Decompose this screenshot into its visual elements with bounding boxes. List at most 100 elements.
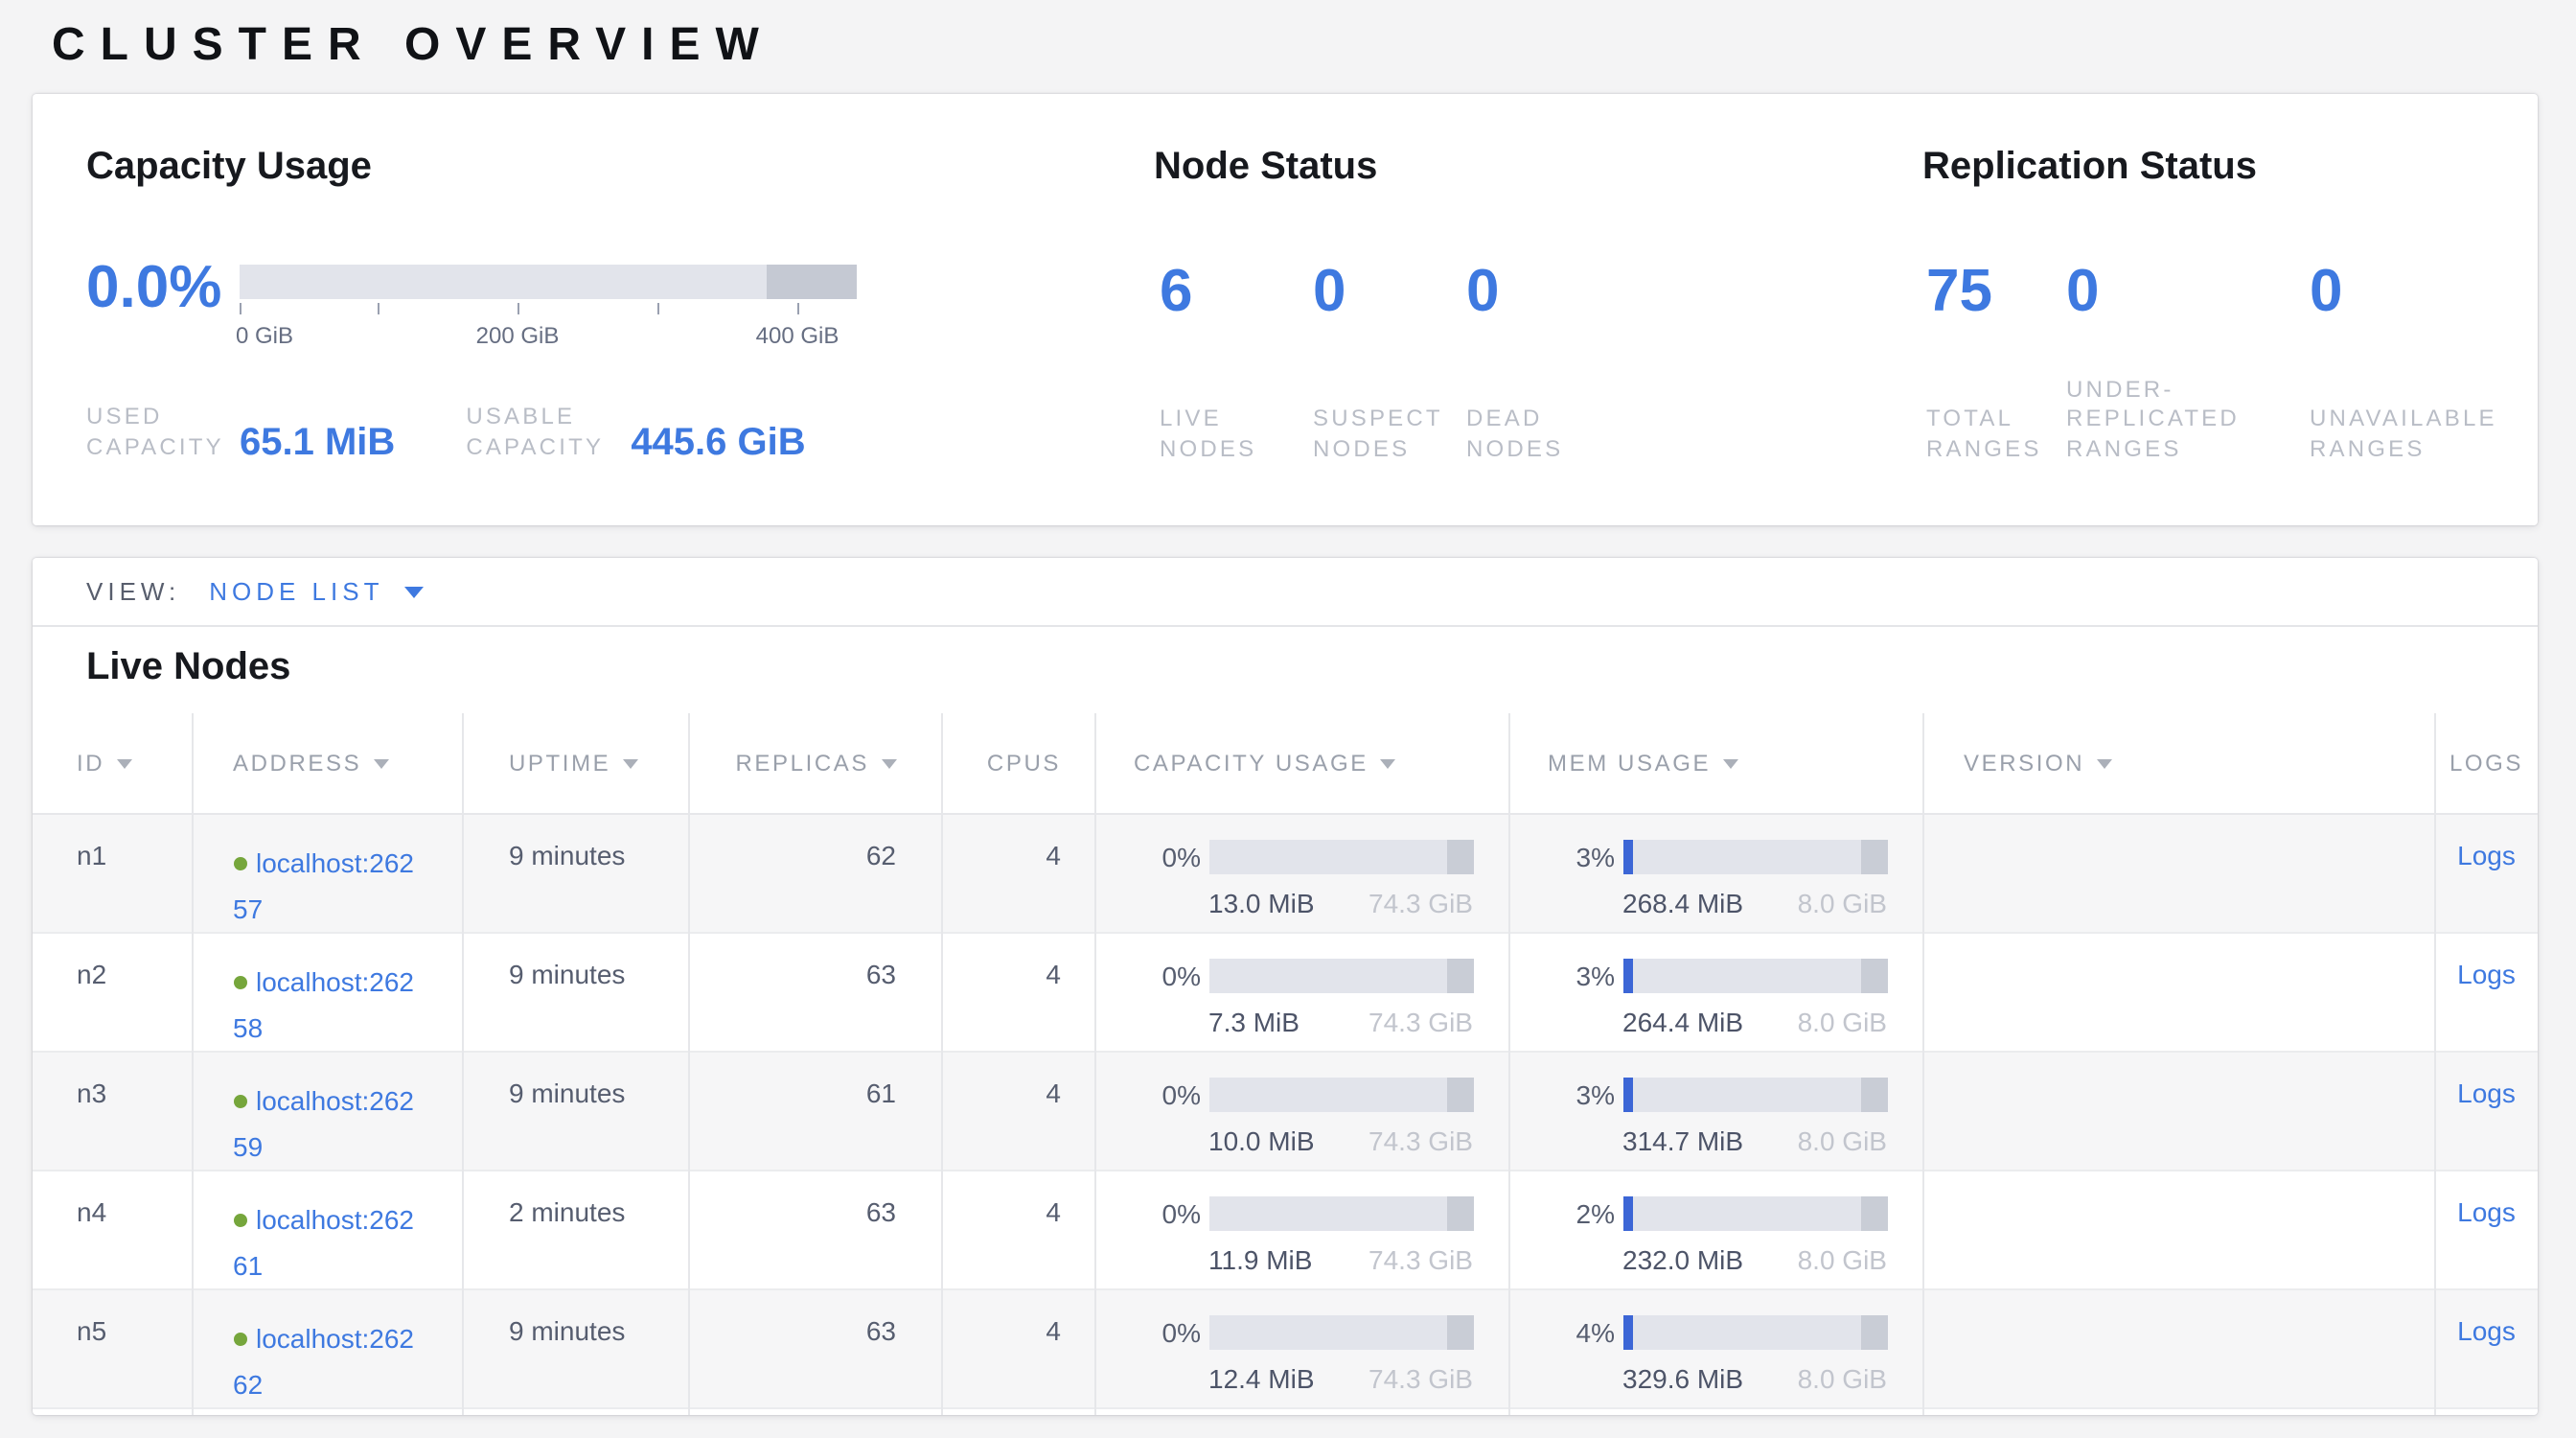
capacity-bar-end-segment [1446, 1077, 1473, 1111]
axis-label-200: 200 GiB [476, 322, 560, 349]
under-replicated-stat: 0 UNDER-REPLICATED RANGES [2066, 259, 2266, 464]
capacity-usage-bar-chart: 0 GiB 200 GiB 400 GiB [240, 265, 857, 349]
node-version-cell [1922, 1170, 2434, 1288]
logs-link[interactable]: Logs [2457, 1195, 2516, 1226]
axis-label-400: 400 GiB [756, 322, 840, 349]
sort-arrow-icon [1380, 759, 1395, 769]
col-header-id[interactable]: ID [33, 713, 192, 813]
unavailable-ranges-label: UNAVAILABLE RANGES [2310, 405, 2509, 464]
capacity-bar-end-segment [1446, 1314, 1473, 1349]
col-header-logs: LOGS [2434, 713, 2538, 813]
cluster-overview-page: CLUSTER OVERVIEW Capacity Usage 0.0% 0 G… [0, 0, 2576, 1438]
capacity-total-value: 74.3 GiB [1368, 1243, 1473, 1274]
page-title: CLUSTER OVERVIEW [52, 19, 774, 73]
node-mem-usage-cell: 2% 232.0 MiB8.0 GiB [1508, 1170, 1922, 1288]
node-capacity-usage-cell: 0% 13.0 MiB74.3 GiB [1094, 813, 1508, 932]
node-address-cell: localhost:26258 [192, 932, 462, 1051]
view-label: VIEW: [86, 577, 180, 606]
col-header-mem-usage[interactable]: MEM USAGE [1508, 713, 1922, 813]
node-address-link[interactable]: localhost:26261 [233, 1195, 425, 1287]
logs-link[interactable]: Logs [2457, 1314, 2516, 1345]
capacity-bar-end-segment [1446, 958, 1473, 992]
mem-total-value: 8.0 GiB [1798, 887, 1887, 917]
node-capacity-usage-cell: 0% 12.4 MiB74.3 GiB [1094, 1288, 1508, 1407]
node-address-cell: localhost:26261 [192, 1170, 462, 1288]
capacity-used-value: 10.0 MiB [1208, 1125, 1315, 1155]
col-header-address[interactable]: ADDRESS [192, 713, 462, 813]
node-address-link[interactable]: localhost:26257 [233, 839, 425, 931]
mem-total-value: 8.0 GiB [1798, 1243, 1887, 1274]
node-address-cell: localhost:26257 [192, 813, 462, 932]
total-ranges-stat: 75 TOTAL RANGES [1926, 259, 2060, 464]
logs-link[interactable]: Logs [2457, 1077, 2516, 1107]
mem-bar-fill [1622, 958, 1632, 992]
usable-capacity-label: USABLE CAPACITY [466, 403, 619, 462]
table-row: n5 localhost:26262 9 minutes 63 4 0% 12.… [33, 1288, 2538, 1407]
chevron-down-icon [404, 586, 424, 597]
node-address-link[interactable]: localhost:26259 [233, 1077, 425, 1169]
mem-total-value: 8.0 GiB [1798, 1362, 1887, 1393]
node-live-dot-icon [233, 1332, 246, 1345]
node-capacity-usage-cell: 0% 11.9 MiB74.3 GiB [1094, 1170, 1508, 1288]
node-live-dot-icon [233, 1094, 246, 1107]
node-version-cell [1922, 1288, 2434, 1407]
node-version-cell [1922, 932, 2434, 1051]
capacity-total-value: 74.3 GiB [1368, 1125, 1473, 1155]
capacity-axis-ticks [240, 303, 857, 318]
node-logs-cell: Logs [2434, 932, 2538, 1051]
logs-link[interactable]: Logs [2457, 958, 2516, 988]
node-uptime-cell: 2 minutes [462, 1170, 688, 1288]
live-nodes-title: Live Nodes [86, 646, 2538, 690]
usable-capacity-value: 445.6 GiB [631, 422, 805, 466]
capacity-stats: USED CAPACITY 65.1 MiB USABLE CAPACITY 4… [86, 403, 806, 462]
node-address-link[interactable]: localhost:26258 [233, 958, 425, 1050]
node-uptime-cell: 9 minutes [462, 932, 688, 1051]
node-logs-cell: Logs [2434, 1288, 2538, 1407]
col-header-replicas[interactable]: REPLICAS [688, 713, 941, 813]
unavailable-ranges-stat: 0 UNAVAILABLE RANGES [2310, 259, 2509, 464]
capacity-bar-end-segment [1446, 1195, 1473, 1230]
capacity-percent-value: 0% [1095, 841, 1208, 871]
dead-nodes-label: DEAD NODES [1466, 405, 1600, 464]
node-live-dot-icon [233, 856, 246, 870]
unavailable-ranges-count: 0 [2310, 259, 2509, 324]
mem-usage-bar [1622, 1195, 1887, 1230]
under-replicated-label: UNDER-REPLICATED RANGES [2066, 375, 2266, 464]
view-dropdown-value: NODE LIST [209, 577, 383, 606]
live-nodes-table: ID ADDRESS UPTIME REPLICAS CPUS CAPACITY… [33, 713, 2538, 1415]
suspect-nodes-stat: 0 SUSPECT NODES [1313, 259, 1447, 464]
node-live-dot-icon [233, 975, 246, 988]
node-list-card: VIEW: NODE LIST Live Nodes ID ADDRESS UP… [33, 558, 2538, 1415]
node-mem-usage-cell: 4% 329.6 MiB8.0 GiB [1508, 1288, 1922, 1407]
col-header-version[interactable]: VERSION [1922, 713, 2434, 813]
dead-nodes-stat: 0 DEAD NODES [1466, 259, 1600, 464]
logs-link[interactable]: Logs [2457, 839, 2516, 870]
node-version-cell [1922, 813, 2434, 932]
capacity-percent: 0.0% [86, 255, 221, 320]
capacity-usage-bar [1208, 1077, 1473, 1111]
mem-bar-fill [1622, 1077, 1632, 1111]
mem-bar-end-segment [1860, 1077, 1887, 1111]
node-cpus-cell: 4 [941, 813, 1094, 932]
table-row: n3 localhost:26259 9 minutes 61 4 0% 10.… [33, 1051, 2538, 1170]
mem-used-value: 314.7 MiB [1622, 1125, 1743, 1155]
mem-bar-end-segment [1860, 1195, 1887, 1230]
cluster-summary-card: Capacity Usage 0.0% 0 GiB 200 GiB 400 Gi… [33, 94, 2538, 525]
dead-nodes-count: 0 [1466, 259, 1600, 324]
node-address-cell: localhost:26259 [192, 1051, 462, 1170]
node-cpus-cell: 4 [941, 1051, 1094, 1170]
capacity-percent-value: 0% [1095, 960, 1208, 990]
col-header-capacity-usage[interactable]: CAPACITY USAGE [1094, 713, 1508, 813]
view-dropdown[interactable]: NODE LIST [209, 577, 424, 606]
node-replicas-cell: 62 [688, 813, 941, 932]
col-header-uptime[interactable]: UPTIME [462, 713, 688, 813]
mem-total-value: 8.0 GiB [1798, 1006, 1887, 1036]
sort-arrow-icon [881, 759, 896, 769]
node-logs-cell: Logs [2434, 1051, 2538, 1170]
mem-percent-value: 3% [1509, 960, 1622, 990]
node-id-cell: n2 [33, 932, 192, 1051]
node-address-link[interactable]: localhost:26262 [233, 1314, 425, 1406]
node-id-cell: n3 [33, 1051, 192, 1170]
capacity-percent-value: 0% [1095, 1078, 1208, 1109]
node-replicas-cell: 63 [688, 932, 941, 1051]
